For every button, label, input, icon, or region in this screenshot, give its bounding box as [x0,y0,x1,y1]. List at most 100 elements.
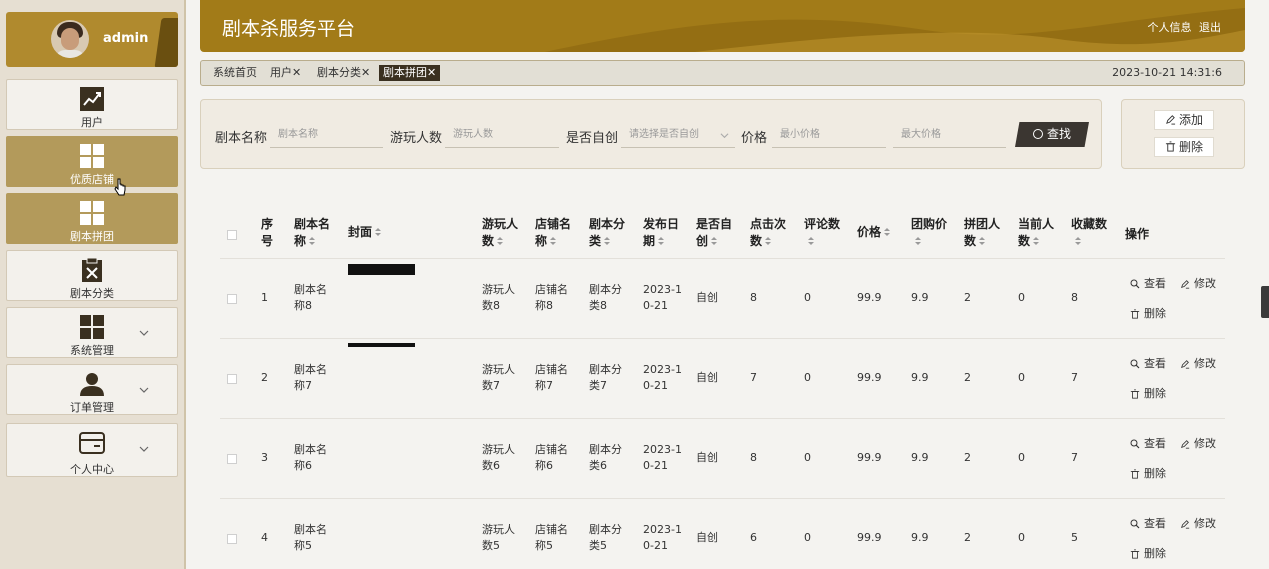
cell-index: 4 [261,531,268,544]
cell-shop: 店铺名 称5 [535,522,568,554]
cell-category: 剧本分 类6 [589,442,622,474]
side-panel-handle[interactable] [1261,286,1269,318]
sort-icon [1033,237,1040,246]
edit-button[interactable]: 修改 [1180,515,1216,531]
cell-line: 称8 [294,299,312,312]
price-max-input[interactable]: 最大价格 [893,121,1006,148]
header-index[interactable]: 序号 [261,216,273,250]
header-price[interactable]: 价格 [857,224,891,241]
user-card[interactable]: admin [6,12,178,67]
view-button[interactable]: 查看 [1130,275,1166,291]
cell-line: 称8 [535,299,553,312]
tab-home[interactable]: 系统首页 [213,65,257,81]
cell-group-price: 9.9 [911,531,929,544]
original-select[interactable]: 请选择是否自创 [621,121,735,148]
sidebar-item-profile[interactable]: 个人中心 [6,423,178,477]
cell-line: 数8 [482,299,500,312]
cell-date: 2023-1 0-21 [643,522,682,554]
cell-line: 店铺名 [535,283,568,296]
add-button-label: 添加 [1178,113,1203,127]
logout-link[interactable]: 退出 [1199,21,1221,34]
cell-clicks: 8 [750,291,757,304]
row-checkbox[interactable] [227,454,237,464]
sidebar-item-label: 订单管理 [70,401,114,414]
select-all-checkbox[interactable] [227,230,237,240]
cell-original: 自创 [696,531,718,544]
edit-button[interactable]: 修改 [1180,435,1216,451]
action-panel: 添加 删除 [1121,99,1245,169]
card-icon [79,432,105,454]
add-button[interactable]: 添加 [1154,110,1214,130]
edit-button[interactable]: 修改 [1180,275,1216,291]
header-ops: 操作 [1125,227,1150,241]
cell-index: 3 [261,451,268,464]
header-comments[interactable]: 评论数 [804,216,840,250]
sort-icon [658,237,665,246]
name-input[interactable]: 剧本名称 [270,121,383,148]
sidebar-item-users[interactable]: 用户 [6,79,178,130]
tab-script-group[interactable]: 剧本拼团✕ [379,65,441,81]
cell-favorites: 8 [1071,291,1078,304]
cell-line: 剧本名 [294,443,327,456]
cell-players: 游玩人 数7 [482,362,515,394]
cell-original: 自创 [696,451,718,464]
view-button[interactable]: 查看 [1130,435,1166,451]
sidebar-item-script-category[interactable]: 剧本分类 [6,250,178,301]
header-name[interactable]: 剧本名称 [294,216,330,250]
header-date[interactable]: 发布日期 [643,216,679,250]
row-delete-button[interactable]: 删除 [1130,465,1166,481]
chevron-down-icon [139,330,149,336]
cell-category: 剧本分 类5 [589,522,622,554]
search-button[interactable]: 查找 [1015,122,1089,147]
view-button[interactable]: 查看 [1130,355,1166,371]
trash-icon [1130,309,1140,319]
row-checkbox[interactable] [227,294,237,304]
header-favorites[interactable]: 收藏数 [1071,216,1107,250]
header-group-price[interactable]: 团购价 [911,216,947,250]
cell-line: 称5 [294,539,312,552]
view-button[interactable]: 查看 [1130,515,1166,531]
cell-players: 游玩人 数6 [482,442,515,474]
edit-button[interactable]: 修改 [1180,355,1216,371]
sidebar-item-script-group[interactable]: 剧本拼团 [6,193,178,244]
header-clicks[interactable]: 点击次数 [750,216,786,250]
row-checkbox[interactable] [227,374,237,384]
view-button-label: 查看 [1144,437,1166,450]
cell-line: 店铺名 [535,523,568,536]
edit-icon [1166,115,1176,125]
cell-line: 剧本分 [589,363,622,376]
sidebar-item-quality-shops[interactable]: 优质店铺 [6,136,178,187]
header-current-people[interactable]: 当前人数 [1018,216,1054,250]
tab-users[interactable]: 用户✕ [270,65,301,81]
header-category[interactable]: 剧本分类 [589,216,625,250]
cell-shop: 店铺名称8 [535,282,568,314]
header-original[interactable]: 是否自创 [696,216,732,250]
header-shop[interactable]: 店铺名称 [535,216,571,250]
sidebar-item-system[interactable]: 系统管理 [6,307,178,358]
delete-button[interactable]: 删除 [1154,137,1214,157]
players-input[interactable]: 游玩人数 [445,121,559,148]
cell-line: 称6 [535,459,553,472]
row-delete-button[interactable]: 删除 [1130,305,1166,321]
cell-comments: 0 [804,531,811,544]
header-cover[interactable]: 封面 [348,224,382,241]
sort-icon [309,237,316,246]
row-delete-button[interactable]: 删除 [1130,545,1166,561]
cell-line: 游玩人 [482,363,515,376]
cell-line: 0-21 [643,299,668,312]
header-players[interactable]: 游玩人数 [482,216,518,250]
chevron-down-icon [139,387,149,393]
header-banner: 剧本杀服务平台 个人信息 退出 [200,0,1245,52]
header-group-people[interactable]: 拼团人数 [964,216,1000,250]
tab-script-category[interactable]: 剧本分类✕ [317,65,370,81]
sidebar-item-orders[interactable]: 订单管理 [6,364,178,415]
row-delete-button-label: 删除 [1144,387,1166,400]
sidebar-item-label: 用户 [81,116,103,129]
row-delete-button[interactable]: 删除 [1130,385,1166,401]
row-checkbox[interactable] [227,534,237,544]
profile-link[interactable]: 个人信息 [1148,21,1192,34]
sort-icon [604,237,611,246]
name-label: 剧本名称 [215,131,268,146]
cell-line: 类5 [589,539,607,552]
price-min-input[interactable]: 最小价格 [772,121,886,148]
